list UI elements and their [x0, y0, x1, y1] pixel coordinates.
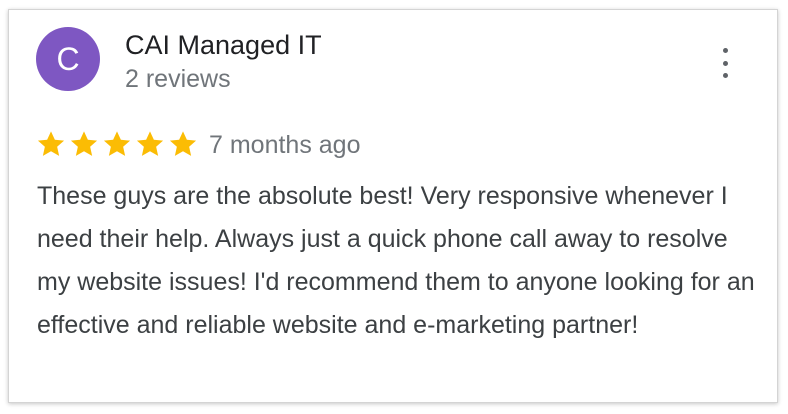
review-card: C CAI Managed IT 2 reviews 7 months ago …: [8, 9, 778, 403]
menu-dot: [722, 48, 728, 53]
avatar-letter: C: [56, 40, 80, 77]
star-icon: [103, 131, 131, 156]
avatar[interactable]: C: [36, 27, 100, 91]
star-icon: [37, 131, 65, 156]
reviewer-name[interactable]: CAI Managed IT: [125, 30, 322, 61]
menu-dot: [722, 60, 728, 66]
review-time: 7 months ago: [209, 131, 361, 159]
star-rating: [35, 128, 199, 160]
review-text: These guys are the absolute best! Very r…: [37, 182, 755, 339]
review-count: 2 reviews: [125, 65, 231, 93]
star-icon: [70, 131, 98, 156]
menu-dot: [722, 73, 728, 78]
star-icon: [169, 131, 197, 156]
star-icon: [136, 131, 164, 156]
more-vertical-icon[interactable]: [715, 48, 735, 78]
